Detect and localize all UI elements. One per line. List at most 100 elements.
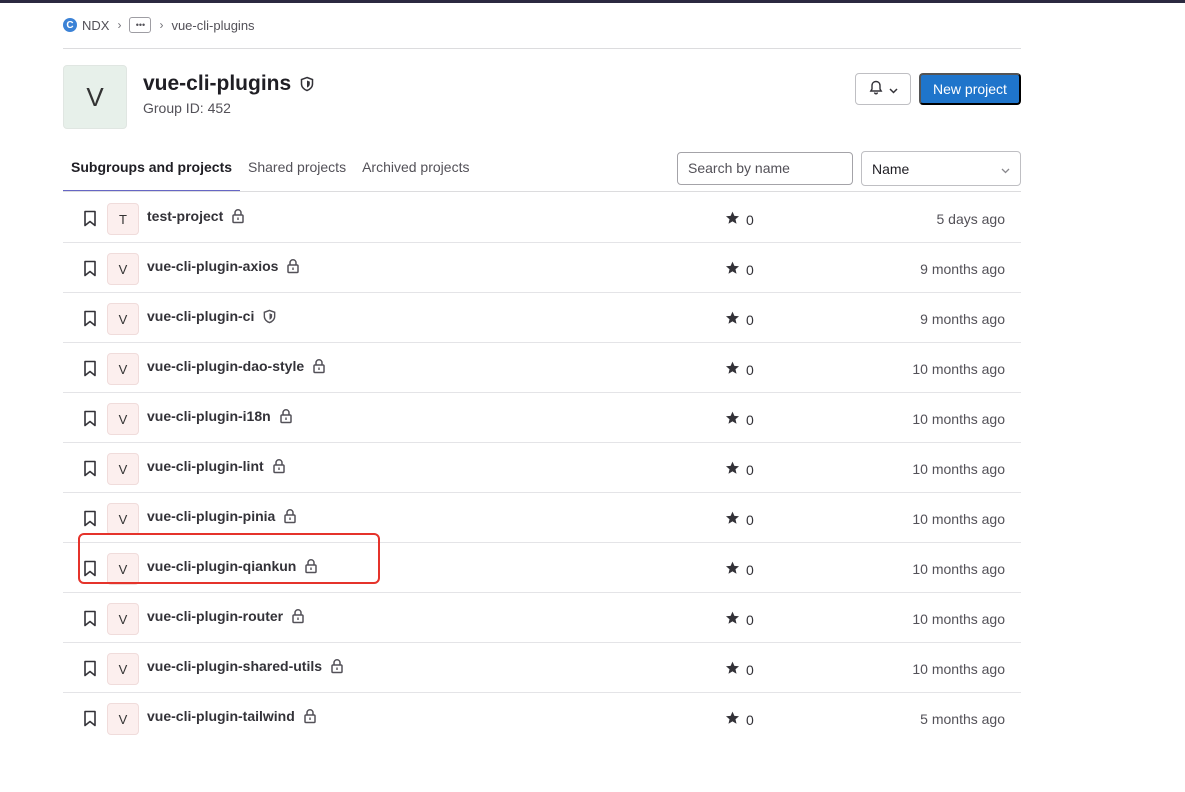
star-icon	[725, 611, 740, 628]
project-name-link[interactable]: vue-cli-plugin-lint	[147, 458, 264, 474]
bookmark-icon[interactable]	[83, 460, 97, 482]
project-avatar: V	[107, 703, 139, 735]
chevron-down-icon	[1001, 161, 1010, 177]
star-count-value: 0	[746, 711, 754, 728]
bookmark-icon[interactable]	[83, 410, 97, 432]
project-avatar: T	[107, 203, 139, 235]
top-border	[0, 0, 1185, 3]
highlight-annotation-box	[78, 533, 380, 584]
star-icon	[725, 411, 740, 428]
star-icon	[725, 311, 740, 328]
star-icon	[725, 561, 740, 578]
star-count: 0	[725, 411, 754, 428]
project-avatar: V	[107, 253, 139, 285]
project-avatar: V	[107, 353, 139, 385]
bookmark-icon[interactable]	[83, 360, 97, 382]
lock-icon	[286, 258, 300, 274]
project-row[interactable]: Vvue-cli-plugin-axios 0 9 months ago	[63, 243, 1021, 293]
star-count-value: 0	[746, 361, 754, 378]
updated-time: 10 months ago	[912, 461, 1005, 477]
project-row[interactable]: Vvue-cli-plugin-shared-utils 0 10 months a…	[63, 643, 1021, 693]
project-name-link[interactable]: vue-cli-plugin-axios	[147, 258, 278, 274]
star-count-value: 0	[746, 611, 754, 628]
lock-icon	[303, 708, 317, 724]
project-name: vue-cli-plugin-dao-style	[147, 358, 326, 374]
bookmark-icon[interactable]	[83, 510, 97, 532]
breadcrumb-current[interactable]: vue-cli-plugins	[171, 18, 254, 33]
project-row[interactable]: Ttest-project 0 5 days ago	[63, 193, 1021, 243]
project-row[interactable]: Vvue-cli-plugin-ci 0 9 months ago	[63, 293, 1021, 343]
star-icon	[725, 211, 740, 228]
tab-archived-projects[interactable]: Archived projects	[354, 150, 477, 190]
project-row[interactable]: Vvue-cli-plugin-i18n 0 10 months ago	[63, 393, 1021, 443]
star-icon	[725, 511, 740, 528]
star-count: 0	[725, 211, 754, 228]
project-name-link[interactable]: vue-cli-plugin-dao-style	[147, 358, 304, 374]
project-name: vue-cli-plugin-router	[147, 608, 305, 624]
notification-settings-button[interactable]	[855, 73, 911, 105]
project-row[interactable]: Vvue-cli-plugin-lint 0 10 months ago	[63, 443, 1021, 493]
bookmark-icon[interactable]	[83, 660, 97, 682]
breadcrumb-more-button[interactable]: •••	[129, 17, 152, 33]
search-input[interactable]: Search by name	[677, 152, 853, 185]
star-count: 0	[725, 661, 754, 678]
lock-icon	[272, 458, 286, 474]
updated-time: 10 months ago	[912, 561, 1005, 577]
star-count-value: 0	[746, 661, 754, 678]
bookmark-icon[interactable]	[83, 710, 97, 732]
project-row[interactable]: Vvue-cli-plugin-dao-style 0 10 months ago	[63, 343, 1021, 393]
project-name-link[interactable]: vue-cli-plugin-ci	[147, 308, 254, 324]
star-icon	[725, 261, 740, 278]
new-project-button[interactable]: New project	[919, 73, 1021, 105]
project-name: vue-cli-plugin-tailwind	[147, 708, 317, 724]
updated-time: 10 months ago	[912, 511, 1005, 527]
project-name: vue-cli-plugin-ci	[147, 308, 277, 324]
tab-list: Subgroups and projects Shared projects A…	[63, 150, 477, 192]
updated-time: 9 months ago	[920, 311, 1005, 327]
updated-time: 10 months ago	[912, 661, 1005, 677]
star-count: 0	[725, 461, 754, 478]
tab-shared-projects[interactable]: Shared projects	[240, 150, 354, 190]
star-count-value: 0	[746, 411, 754, 428]
project-name-link[interactable]: test-project	[147, 208, 223, 224]
lock-icon	[330, 658, 344, 674]
project-name-link[interactable]: vue-cli-plugin-tailwind	[147, 708, 295, 724]
bookmark-icon[interactable]	[83, 610, 97, 632]
project-name: vue-cli-plugin-axios	[147, 258, 300, 274]
project-name-link[interactable]: vue-cli-plugin-shared-utils	[147, 658, 322, 674]
updated-time: 10 months ago	[912, 361, 1005, 377]
ndx-logo-icon: C	[63, 18, 77, 32]
project-avatar: V	[107, 603, 139, 635]
updated-time: 10 months ago	[912, 411, 1005, 427]
project-name-link[interactable]: vue-cli-plugin-router	[147, 608, 283, 624]
star-count: 0	[725, 561, 754, 578]
project-row[interactable]: Vvue-cli-plugin-tailwind 0 5 months ago	[63, 693, 1021, 742]
project-name-link[interactable]: vue-cli-plugin-pinia	[147, 508, 275, 524]
group-title-text: vue-cli-plugins	[143, 72, 292, 95]
star-count: 0	[725, 711, 754, 728]
project-avatar: V	[107, 503, 139, 535]
project-avatar: V	[107, 403, 139, 435]
bookmark-icon[interactable]	[83, 210, 97, 232]
project-name: vue-cli-plugin-pinia	[147, 508, 297, 524]
star-icon	[725, 711, 740, 728]
updated-time: 5 months ago	[920, 711, 1005, 727]
bookmark-icon[interactable]	[83, 310, 97, 332]
project-name: vue-cli-plugin-lint	[147, 458, 286, 474]
star-count-value: 0	[746, 461, 754, 478]
star-count: 0	[725, 311, 754, 328]
star-count-value: 0	[746, 311, 754, 328]
chevron-down-icon	[888, 82, 898, 97]
sort-dropdown[interactable]: Name	[861, 151, 1021, 186]
project-row[interactable]: Vvue-cli-plugin-router 0 10 months ago	[63, 593, 1021, 643]
bookmark-icon[interactable]	[83, 260, 97, 282]
lock-icon	[283, 508, 297, 524]
star-count-value: 0	[746, 561, 754, 578]
breadcrumb-root[interactable]: NDX	[82, 18, 109, 33]
project-avatar: V	[107, 303, 139, 335]
star-icon	[725, 461, 740, 478]
tab-subgroups-and-projects[interactable]: Subgroups and projects	[63, 150, 241, 192]
lock-icon	[279, 408, 293, 424]
star-icon	[725, 661, 740, 678]
project-name-link[interactable]: vue-cli-plugin-i18n	[147, 408, 271, 424]
